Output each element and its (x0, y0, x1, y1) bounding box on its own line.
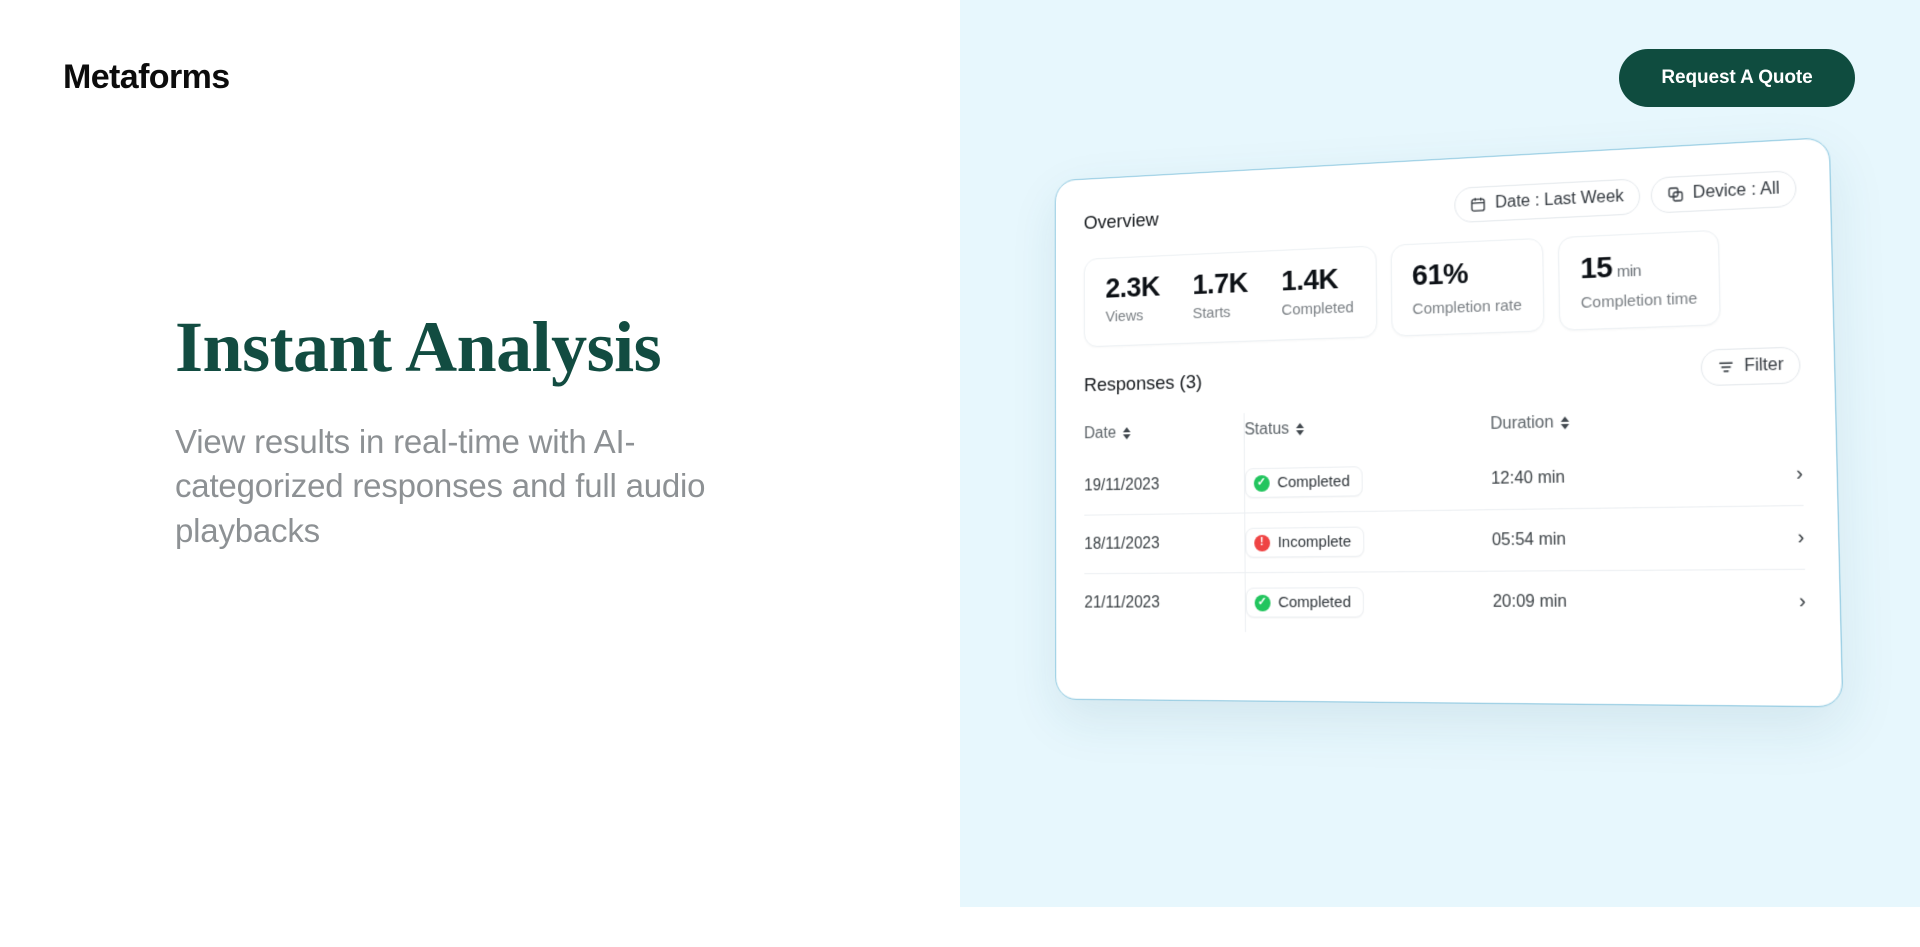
dashboard-preview: Overview Date : Last Week Device: All 2… (1054, 136, 1844, 713)
filter-icon (1718, 358, 1736, 376)
status-badge: ! Incomplete (1245, 526, 1365, 558)
check-circle-icon: ✓ (1254, 594, 1271, 611)
stat-label: Completed (1281, 298, 1354, 320)
hero-subtitle: View results in real-time with AI-catego… (175, 422, 706, 549)
overview-title: Overview (1083, 209, 1159, 235)
sort-arrows-icon[interactable] (1122, 427, 1131, 440)
column-header-actions (1727, 399, 1802, 444)
stat-label: Starts (1192, 303, 1231, 323)
filter-button[interactable]: Filter (1700, 346, 1801, 387)
alert-circle-icon: ! (1253, 534, 1270, 551)
stat-views: 2.3K Views (1105, 270, 1160, 329)
landing-page: Metaforms Request A Quote Instant Analys… (0, 0, 1920, 947)
cell-duration: 12:40 min (1490, 468, 1566, 488)
sort-arrows-icon[interactable] (1561, 416, 1570, 430)
stat-unit: min (1616, 261, 1642, 282)
device-filter-chip[interactable]: Device : All (1650, 170, 1797, 214)
stat-value-wrap: 15 min (1579, 249, 1697, 285)
stat-starts: 1.7K Starts (1192, 266, 1249, 327)
stat-value: 15 (1579, 250, 1613, 285)
status-label: Completed (1278, 593, 1352, 612)
status-badge: ✓ Completed (1245, 587, 1365, 618)
cell-date: 21/11/2023 (1084, 572, 1246, 633)
stat-card-completion-rate: 61% Completion rate (1390, 237, 1545, 337)
cell-status: ✓ Completed (1244, 571, 1494, 633)
stat-card-completion-time: 15 min Completion time (1557, 229, 1721, 331)
cell-status: ✓ Completed (1244, 448, 1492, 514)
status-badge: ✓ Completed (1244, 466, 1364, 499)
filter-label: Filter (1743, 355, 1784, 376)
overview-filter-chips: Date : Last Week Device : All (1454, 170, 1797, 224)
primary-stats-card: 2.3K Views 1.7K Starts 1.4K Completed (1083, 245, 1378, 348)
status-label: Incomplete (1277, 532, 1352, 552)
device-icon (1667, 185, 1685, 203)
column-label: Duration (1490, 413, 1554, 434)
sort-arrows-icon[interactable] (1296, 422, 1305, 436)
cell-date: 18/11/2023 (1084, 513, 1245, 574)
cell-duration: 05:54 min (1491, 506, 1731, 572)
status-label: Completed (1277, 472, 1350, 492)
stat-label: Completion time (1580, 289, 1698, 313)
table-row[interactable]: 18/11/2023 ! Incomplete 05:54 min › (1084, 505, 1806, 574)
cell-status: ! Incomplete (1244, 509, 1493, 573)
request-quote-button[interactable]: Request A Quote (1619, 49, 1855, 107)
calendar-icon (1470, 196, 1487, 213)
stat-value: 1.4K (1281, 262, 1339, 297)
cell-open[interactable]: › (1729, 505, 1806, 570)
date-filter-label: Date : Last Week (1494, 187, 1625, 212)
column-label: Date (1084, 424, 1117, 443)
hero-section: Instant Analysis View results in real-ti… (175, 307, 775, 553)
device-filter-label: Device : All (1692, 179, 1780, 203)
chevron-right-icon[interactable]: › (1796, 462, 1803, 485)
stat-label: Completion rate (1412, 296, 1522, 319)
chevron-right-icon[interactable]: › (1797, 526, 1804, 549)
brand-logo: Metaforms (63, 58, 230, 96)
chevron-right-icon[interactable]: › (1799, 590, 1806, 613)
table-row[interactable]: 21/11/2023 ✓ Completed 20:09 min › (1084, 569, 1807, 633)
responses-title: Responses (3) (1084, 371, 1203, 397)
stat-label: Views (1105, 307, 1144, 326)
cell-open[interactable]: › (1728, 442, 1803, 506)
column-header-duration[interactable]: Duration (1490, 401, 1728, 449)
check-circle-icon: ✓ (1253, 474, 1270, 492)
dashboard-card: Overview Date : Last Week Device: All 2… (1054, 136, 1844, 708)
stat-value: 61% (1411, 256, 1469, 292)
stat-value: 1.7K (1192, 266, 1249, 301)
cell-duration: 20:09 min (1492, 569, 1733, 633)
column-label: Status (1244, 420, 1290, 439)
stats-row: 2.3K Views 1.7K Starts 1.4K Completed 61… (1083, 226, 1800, 348)
page-title: Instant Analysis (175, 307, 662, 387)
date-filter-chip[interactable]: Date : Last Week (1454, 178, 1641, 224)
column-header-date[interactable]: Date (1084, 413, 1244, 457)
cell-open[interactable]: › (1730, 569, 1807, 633)
stat-value: 2.3K (1105, 270, 1160, 304)
column-header-status[interactable]: Status (1243, 406, 1491, 455)
cell-date: 19/11/2023 (1084, 475, 1160, 495)
responses-header: Responses (3) Filter (1084, 346, 1801, 403)
responses-table: Date Status Duration 19/11/2023 ✓ Comple… (1084, 399, 1807, 633)
stat-completed: 1.4K Completed (1281, 262, 1354, 323)
